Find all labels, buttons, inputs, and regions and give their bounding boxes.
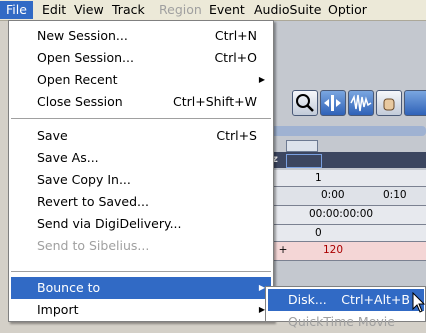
selector-tool-button[interactable] bbox=[348, 90, 374, 116]
menu-item-label: Save bbox=[37, 128, 68, 143]
menu-item-bounce-disk[interactable]: Disk... Ctrl+Alt+B bbox=[268, 289, 424, 311]
menu-region[interactable]: Region bbox=[153, 1, 202, 19]
menu-item-label: Save Copy In... bbox=[37, 172, 131, 187]
menu-item-label: Bounce to bbox=[37, 280, 101, 295]
menu-item-save-as[interactable]: Save As... bbox=[11, 147, 271, 169]
menu-view[interactable]: View bbox=[68, 1, 104, 19]
edit-window: z 1 0:00 0:10 00:00:00:00 0 + 120 bbox=[262, 20, 426, 322]
hand-icon bbox=[383, 98, 395, 111]
scrubber-tool-button[interactable] bbox=[404, 90, 426, 116]
menu-item-save-copy-in[interactable]: Save Copy In... bbox=[11, 169, 271, 191]
ruler-view-bar: z bbox=[262, 152, 426, 168]
magnifier-icon bbox=[296, 94, 314, 112]
menu-item-send-via-digidelivery[interactable]: Send via DigiDelivery... bbox=[11, 213, 271, 235]
menu-event[interactable]: Event bbox=[203, 1, 245, 19]
menu-item-open-session[interactable]: Open Session... Ctrl+O bbox=[11, 47, 271, 69]
menu-track[interactable]: Track bbox=[106, 1, 145, 19]
menu-item-save[interactable]: Save Ctrl+S bbox=[11, 125, 271, 147]
nudge-control[interactable] bbox=[286, 140, 318, 152]
samples-value: 0 bbox=[315, 227, 322, 239]
menu-item-import[interactable]: Import ▶ bbox=[11, 299, 271, 321]
samples-ruler-row: 0 bbox=[262, 225, 426, 242]
file-menu-dropdown: New Session... Ctrl+N Open Session... Ct… bbox=[8, 20, 274, 322]
timecode-value: 00:00:00:00 bbox=[309, 208, 374, 220]
menu-item-label: Disk... bbox=[288, 292, 327, 307]
menu-options[interactable]: Optior bbox=[322, 1, 367, 19]
grabber-tool-button[interactable] bbox=[376, 90, 402, 116]
edit-mode-bar bbox=[268, 126, 426, 136]
menu-item-shortcut: Ctrl+O bbox=[214, 50, 257, 65]
menu-item-open-recent[interactable]: Open Recent ▶ bbox=[11, 69, 271, 91]
menu-item-shortcut: Ctrl+Shift+W bbox=[173, 94, 257, 109]
bounce-to-submenu: Disk... Ctrl+Alt+B QuickTime Movie bbox=[265, 286, 426, 329]
waveform-icon bbox=[350, 94, 372, 112]
mouse-cursor-icon bbox=[412, 292, 426, 313]
trim-tool-button[interactable] bbox=[320, 90, 346, 116]
menu-separator bbox=[11, 271, 271, 273]
menu-item-label: New Session... bbox=[37, 28, 128, 43]
menu-item-label: Save As... bbox=[37, 150, 99, 165]
menu-item-revert-to-saved[interactable]: Revert to Saved... bbox=[11, 191, 271, 213]
menu-item-send-to-sibelius: Send to Sibelius... bbox=[11, 235, 271, 257]
minsecs-value-b: 0:10 bbox=[383, 189, 407, 201]
zoom-tool-button[interactable] bbox=[292, 90, 318, 116]
menu-item-label: Close Session bbox=[37, 94, 123, 109]
menu-item-label: Revert to Saved... bbox=[37, 194, 149, 209]
menu-item-bounce-quicktime: QuickTime Movie bbox=[268, 311, 424, 333]
timecode-ruler-row: 00:00:00:00 bbox=[262, 206, 426, 225]
menu-item-label: Send via DigiDelivery... bbox=[37, 216, 182, 231]
add-tempo-button[interactable]: + bbox=[276, 242, 290, 258]
menu-audiosuite[interactable]: AudioSuite bbox=[248, 1, 321, 19]
tempo-value: 120 bbox=[323, 244, 344, 256]
menu-item-label: Open Recent bbox=[37, 72, 118, 87]
menu-separator bbox=[11, 118, 271, 120]
menu-item-label: Send to Sibelius... bbox=[37, 238, 150, 253]
minsecs-value-a: 0:00 bbox=[321, 189, 345, 201]
menu-item-shortcut: Ctrl+N bbox=[214, 28, 257, 43]
bars-ruler-row: 1 bbox=[262, 170, 426, 187]
menu-item-new-session[interactable]: New Session... Ctrl+N bbox=[11, 25, 271, 47]
menu-file[interactable]: File bbox=[0, 1, 33, 19]
submenu-arrow-icon: ▶ bbox=[258, 75, 265, 84]
menu-item-label: QuickTime Movie bbox=[288, 314, 395, 329]
bars-value: 1 bbox=[315, 172, 322, 184]
menu-edit[interactable]: Edit bbox=[36, 1, 66, 19]
menu-bar: File Edit View Track Region Event AudioS… bbox=[0, 0, 426, 21]
menu-item-label: Import bbox=[37, 302, 79, 317]
trim-icon bbox=[324, 95, 341, 111]
menu-item-bounce-to[interactable]: Bounce to ▶ bbox=[11, 277, 271, 299]
menu-item-label: Open Session... bbox=[37, 50, 134, 65]
menu-item-shortcut: Ctrl+S bbox=[216, 128, 257, 143]
tempo-ruler-row: + 120 bbox=[262, 242, 426, 261]
ruler-view-icons[interactable] bbox=[286, 154, 322, 168]
minsecs-ruler-row: 0:00 0:10 bbox=[262, 187, 426, 206]
menu-item-close-session[interactable]: Close Session Ctrl+Shift+W bbox=[11, 91, 271, 113]
menu-item-shortcut: Ctrl+Alt+B bbox=[341, 292, 410, 307]
